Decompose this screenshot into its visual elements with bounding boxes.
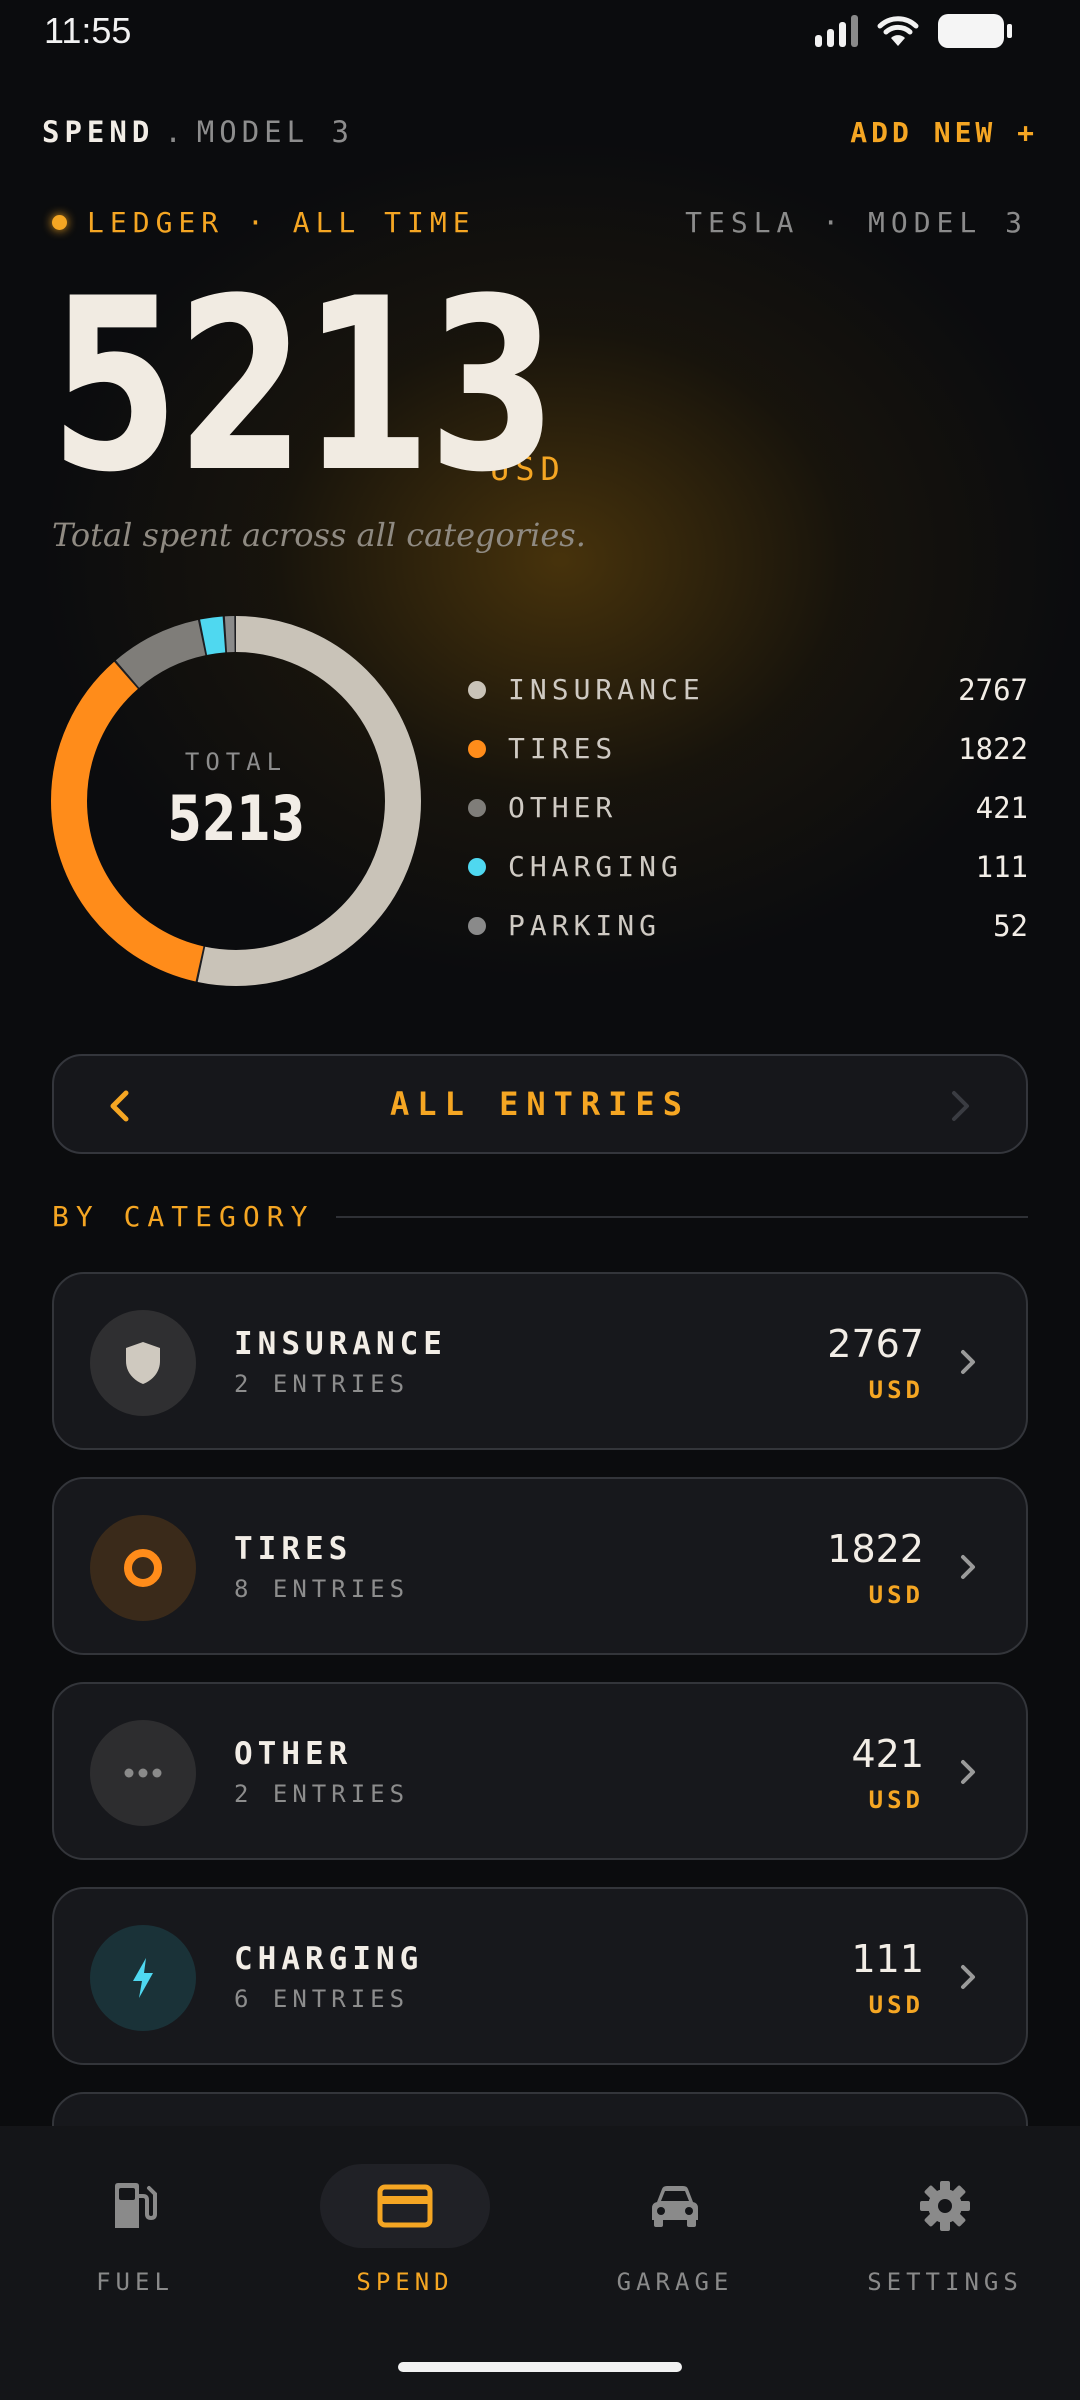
category-name: CHARGING (234, 1941, 424, 1977)
category-unit: USD (868, 1376, 924, 1404)
chevron-right-icon (961, 1555, 975, 1579)
legend-item: TIRES 1822 (468, 719, 1028, 778)
car-icon (652, 2186, 698, 2227)
donut-center-label: TOTAL (184, 747, 288, 776)
period-label: ALL ENTRIES (390, 1085, 690, 1123)
legend-item: PARKING 52 (468, 896, 1028, 955)
legend-value: 111 (975, 849, 1028, 884)
legend-item: INSURANCE 2767 (468, 660, 1028, 719)
legend-label: CHARGING (508, 850, 683, 883)
category-name: OTHER (234, 1736, 353, 1772)
nav-label: SETTINGS (867, 2268, 1023, 2296)
category-name: INSURANCE (234, 1326, 447, 1362)
legend-value: 52 (993, 908, 1028, 943)
category-unit: USD (868, 1991, 924, 2019)
chevron-right-icon (961, 1965, 975, 1989)
legend-dot (468, 916, 486, 935)
legend-label: OTHER (508, 791, 618, 824)
ledger-row: LEDGER · ALL TIME TESLA · MODEL 3 (52, 206, 1028, 239)
category-entries: 8 ENTRIES (234, 1575, 410, 1603)
home-indicator[interactable] (398, 2362, 682, 2372)
section-title: BY CATEGORY (52, 1200, 315, 1233)
legend-value: 2767 (958, 672, 1028, 707)
wifi-icon (877, 16, 919, 46)
fuel-pump-icon (115, 2183, 157, 2228)
category-card-other[interactable]: OTHER 2 ENTRIES 421 USD (52, 1682, 1028, 1860)
category-card-charging[interactable]: CHARGING 6 ENTRIES 111 USD (52, 1887, 1028, 2065)
add-new-button[interactable]: ADD NEW + (850, 116, 1038, 149)
category-amount: 111 (851, 1937, 924, 1981)
nav-pill (860, 2164, 1030, 2248)
legend-item: CHARGING 111 (468, 837, 1028, 896)
legend-dot (468, 857, 486, 876)
category-entries: 2 ENTRIES (234, 1780, 410, 1808)
chevron-left-icon[interactable] (102, 1088, 138, 1124)
legend-label: TIRES (508, 732, 618, 765)
title-separator: . (164, 115, 187, 149)
page-title-sub: MODEL 3 (196, 115, 354, 149)
nav-item-garage[interactable]: GARAGE (540, 2126, 810, 2326)
vehicle-label: TESLA · MODEL 3 (685, 206, 1028, 239)
app-header: SPEND. MODEL 3 ADD NEW + (42, 108, 1038, 156)
category-amount: 2767 (827, 1322, 924, 1366)
ledger-label: LEDGER · ALL TIME (87, 206, 476, 239)
status-icons (815, 14, 1012, 48)
category-unit: USD (868, 1786, 924, 1814)
nav-item-settings[interactable]: SETTINGS (810, 2126, 1080, 2326)
nav-label: SPEND (356, 2268, 454, 2296)
section-header: BY CATEGORY (52, 1200, 1028, 1233)
legend-value: 1822 (958, 731, 1028, 766)
category-entries: 2 ENTRIES (234, 1370, 410, 1398)
status-bar: 11:55 (0, 0, 1080, 64)
category-card-insurance[interactable]: INSURANCE 2 ENTRIES 2767 USD (52, 1272, 1028, 1450)
nav-pill (50, 2164, 220, 2248)
category-unit: USD (868, 1581, 924, 1609)
gear-icon (920, 2181, 970, 2231)
page-title: SPEND. MODEL 3 (42, 115, 354, 149)
section-divider (336, 1215, 1028, 1218)
nav-label: FUEL (96, 2268, 174, 2296)
signal-icon (815, 15, 858, 47)
donut-center-value: 5213 (166, 781, 306, 855)
legend-label: INSURANCE (508, 673, 705, 706)
battery-icon (938, 14, 1012, 48)
page-title-main: SPEND (42, 115, 155, 149)
bottom-navigation: FUEL SPEND GARAGE SETTINGS (0, 2126, 1080, 2400)
legend-item: OTHER 421 (468, 778, 1028, 837)
legend-dot (468, 798, 486, 817)
chevron-right-icon[interactable] (942, 1088, 978, 1124)
lightning-icon (90, 1925, 196, 2031)
more-dots-icon (90, 1720, 196, 1826)
legend-label: PARKING (508, 909, 662, 942)
chevron-right-icon (961, 1350, 975, 1374)
chevron-right-icon (961, 1760, 975, 1784)
chart-legend: INSURANCE 2767 TIRES 1822 OTHER 421 CHAR… (468, 660, 1028, 955)
ledger-indicator-dot (52, 215, 67, 230)
credit-card-icon (377, 2184, 433, 2228)
period-selector: ALL ENTRIES (52, 1054, 1028, 1154)
donut-center: TOTAL 5213 (50, 615, 422, 987)
nav-label: GARAGE (616, 2268, 734, 2296)
shield-icon (90, 1310, 196, 1416)
category-amount: 421 (851, 1732, 924, 1776)
category-card-tires[interactable]: TIRES 8 ENTRIES 1822 USD (52, 1477, 1028, 1655)
legend-value: 421 (975, 790, 1028, 825)
status-time: 11:55 (44, 10, 132, 51)
nav-pill-active (320, 2164, 490, 2248)
nav-item-fuel[interactable]: FUEL (0, 2126, 270, 2326)
nav-pill (590, 2164, 760, 2248)
nav-item-spend[interactable]: SPEND (270, 2126, 540, 2326)
category-entries: 6 ENTRIES (234, 1985, 410, 2013)
legend-dot (468, 680, 486, 699)
legend-dot (468, 739, 486, 758)
tire-icon (90, 1515, 196, 1621)
total-caption: Total spent across all categories. (52, 516, 586, 554)
category-name: TIRES (234, 1531, 353, 1567)
total-display: 5213 USD (50, 248, 566, 525)
ledger-filter[interactable]: LEDGER · ALL TIME (52, 206, 476, 239)
total-value: 5213 (50, 248, 557, 525)
category-amount: 1822 (827, 1527, 924, 1571)
